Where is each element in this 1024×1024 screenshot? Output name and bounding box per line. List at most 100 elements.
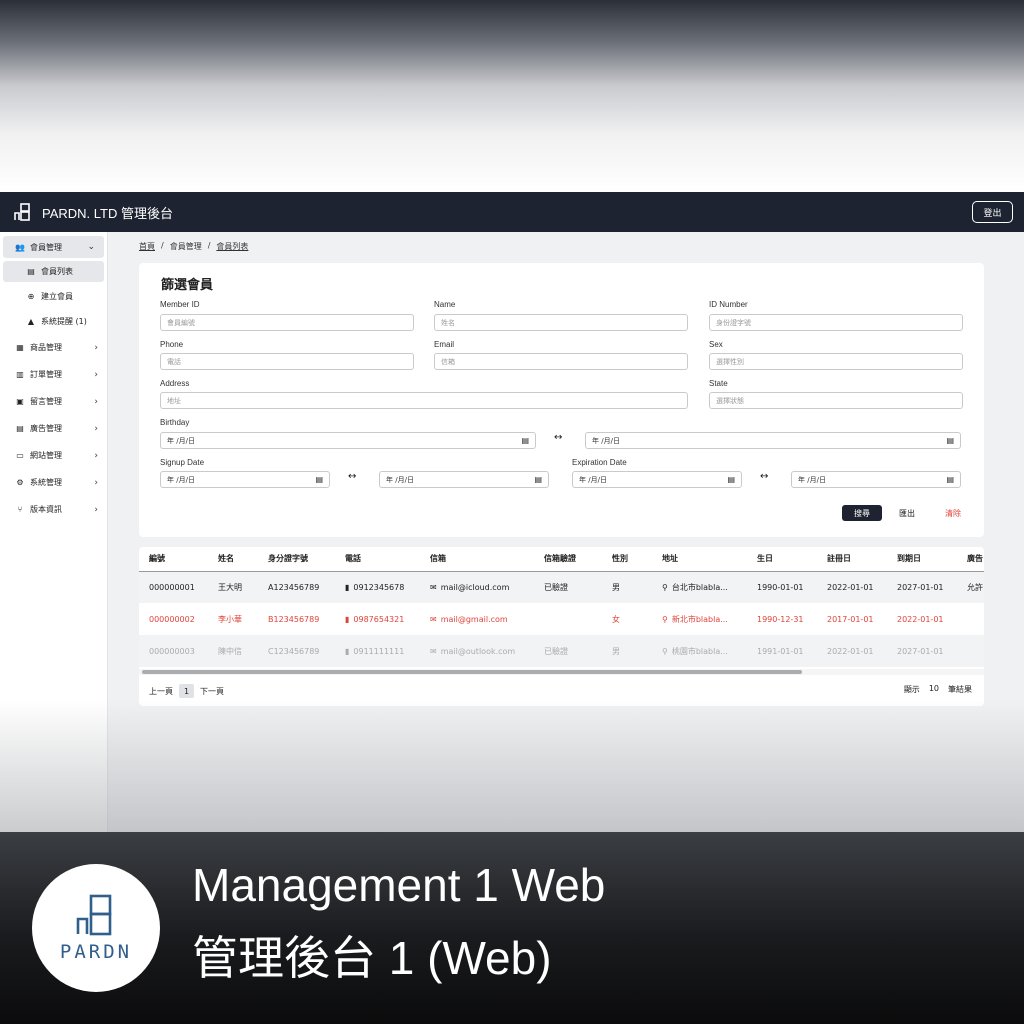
sidebar-subitem-create-member[interactable]: ⊕ 建立會員 <box>0 284 107 309</box>
scrollbar-thumb[interactable] <box>142 670 802 674</box>
cell-birthday: 1991-01-01 <box>747 635 817 667</box>
address-value: 台北市blabla... <box>671 582 728 592</box>
table-row[interactable]: 000000001 王大明 A123456789 ▮ 0912345678 ✉ ma… <box>139 571 984 603</box>
column-header[interactable]: 到期日 <box>887 547 957 572</box>
name-label: Name <box>434 300 456 309</box>
signup-from-input[interactable]: 年 /月/日 ▤ <box>160 471 330 488</box>
next-page-button[interactable]: 下一頁 <box>200 686 224 697</box>
column-header[interactable]: 姓名 <box>208 547 258 572</box>
column-header[interactable]: 地址 <box>652 547 747 572</box>
phone-input[interactable]: 電話 <box>160 353 414 370</box>
cell-signup: 2017-01-01 <box>817 603 887 635</box>
chevron-right-icon: › <box>94 423 98 434</box>
state-select[interactable]: 選擇狀態 <box>709 392 963 409</box>
column-header[interactable]: 電話 <box>335 547 420 572</box>
range-arrow-icon: ↔ <box>554 432 563 443</box>
sidebar-item-website[interactable]: ▭ 網站管理 › <box>0 442 107 469</box>
page-number-button[interactable]: 1 <box>179 684 194 698</box>
filter-title: 篩選會員 <box>161 278 214 293</box>
horizontal-scrollbar[interactable] <box>139 669 984 675</box>
sidebar-item-products[interactable]: ▦ 商品管理 › <box>0 334 107 361</box>
export-button[interactable]: 匯出 <box>899 508 915 519</box>
page-size-select[interactable]: 10 <box>929 684 939 695</box>
calendar-icon[interactable]: ▤ <box>534 475 542 484</box>
breadcrumb-separator: / <box>161 241 164 250</box>
sidebar-item-orders[interactable]: ▥ 訂單管理 › <box>0 361 107 388</box>
search-button[interactable]: 搜尋 <box>842 505 882 521</box>
phone-value: 0987654321 <box>353 614 405 624</box>
sidebar-item-label: 訂單管理 <box>30 370 62 379</box>
sidebar-item-messages[interactable]: ▣ 留言管理 › <box>0 388 107 415</box>
sidebar-item-label: 商品管理 <box>30 343 62 352</box>
calendar-icon[interactable]: ▤ <box>315 475 323 484</box>
column-header[interactable]: 性別 <box>602 547 652 572</box>
member-table-panel: 編號 姓名 身分證字號 電話 信箱 信箱驗證 性別 地址 生日 註冊日 到期日 … <box>139 547 984 706</box>
calendar-icon[interactable]: ▤ <box>521 436 529 445</box>
sidebar-item-label: 系統管理 <box>30 478 62 487</box>
address-input[interactable]: 地址 <box>160 392 688 409</box>
date-placeholder: 年 /月/日 <box>579 475 607 484</box>
banner-title-english: Management 1 Web <box>192 859 606 911</box>
sidebar-subitem-label: 會員列表 <box>41 267 73 276</box>
cell-email-verified: 已驗證 <box>534 635 602 667</box>
chevron-right-icon: › <box>94 450 98 461</box>
calendar-icon[interactable]: ▤ <box>946 475 954 484</box>
branch-icon: ⑂ <box>17 505 23 514</box>
phone-icon: ▮ <box>345 582 350 592</box>
birthday-to-input[interactable]: 年 /月/日 ▤ <box>585 432 961 449</box>
prev-page-button[interactable]: 上一頁 <box>149 686 173 697</box>
email-input[interactable]: 信箱 <box>434 353 688 370</box>
column-header[interactable]: 註冊日 <box>817 547 887 572</box>
clear-button[interactable]: 清除 <box>945 508 961 519</box>
email-label: Email <box>434 340 455 349</box>
signup-to-input[interactable]: 年 /月/日 ▤ <box>379 471 549 488</box>
expiration-from-input[interactable]: 年 /月/日 ▤ <box>572 471 742 488</box>
top-navbar: PARDN. LTD 管理後台 登出 <box>0 192 1024 232</box>
column-header[interactable]: 信箱驗證 <box>534 547 602 572</box>
admin-app-window: PARDN. LTD 管理後台 登出 👥 會員管理 ⌄ ▤ 會員列表 ⊕ 建立會… <box>0 192 1024 832</box>
sidebar-subitem-member-list[interactable]: ▤ 會員列表 <box>3 261 104 282</box>
pardn-logo-icon <box>76 894 112 936</box>
sidebar-item-system[interactable]: ⚙ 系統管理 › <box>0 469 107 496</box>
cell-id: 000000002 <box>139 603 208 635</box>
plus-circle-icon: ⊕ <box>27 292 35 301</box>
table-row[interactable]: 000000003 陳中信 C123456789 ▮ 0911111111 ✉ ma… <box>139 635 984 667</box>
date-placeholder: 年 /月/日 <box>167 436 195 445</box>
name-input[interactable]: 姓名 <box>434 314 688 331</box>
id-number-label: ID Number <box>709 300 748 309</box>
page-size-label: 顯示 <box>903 685 920 694</box>
column-header[interactable]: 廣告 <box>957 547 984 572</box>
sidebar-item-members[interactable]: 👥 會員管理 ⌄ <box>3 236 104 258</box>
top-gradient-backdrop <box>0 0 1024 192</box>
signup-date-label: Signup Date <box>160 458 205 467</box>
id-number-input[interactable]: 身份證字號 <box>709 314 963 331</box>
sidebar-subitem-system-alerts[interactable]: ▲ 系統提醒 (1) <box>0 309 107 334</box>
cell-id-number: B123456789 <box>258 603 335 635</box>
member-table: 編號 姓名 身分證字號 電話 信箱 信箱驗證 性別 地址 生日 註冊日 到期日 … <box>139 547 984 667</box>
sidebar-item-version[interactable]: ⑂ 版本資訊 › <box>0 496 107 523</box>
cell-signup: 2022-01-01 <box>817 635 887 667</box>
expiration-to-input[interactable]: 年 /月/日 ▤ <box>791 471 961 488</box>
column-header[interactable]: 身分證字號 <box>258 547 335 572</box>
logout-button[interactable]: 登出 <box>972 201 1013 223</box>
cell-ads <box>957 603 984 635</box>
phone-value: 0912345678 <box>353 582 405 592</box>
column-header[interactable]: 信箱 <box>420 547 534 572</box>
sidebar-item-ads[interactable]: ▤ 廣告管理 › <box>0 415 107 442</box>
breadcrumb-section[interactable]: 會員管理 <box>170 241 202 252</box>
cell-address: ⚲ 台北市blabla... <box>652 571 747 603</box>
birthday-from-input[interactable]: 年 /月/日 ▤ <box>160 432 536 449</box>
expiration-date-label: Expiration Date <box>572 458 627 467</box>
table-row[interactable]: 000000002 李小華 B123456789 ▮ 0987654321 ✉ ma… <box>139 603 984 635</box>
column-header[interactable]: 生日 <box>747 547 817 572</box>
list-icon: ▤ <box>27 267 35 276</box>
member-id-input[interactable]: 會員編號 <box>160 314 414 331</box>
page-size-control: 顯示 10 筆結果 <box>904 684 972 695</box>
sex-select[interactable]: 選擇性別 <box>709 353 963 370</box>
breadcrumb-home[interactable]: 首頁 <box>139 241 155 252</box>
cell-sex: 女 <box>602 603 652 635</box>
column-header[interactable]: 編號 <box>139 547 208 572</box>
sidebar-subitem-label: 建立會員 <box>41 292 73 301</box>
calendar-icon[interactable]: ▤ <box>727 475 735 484</box>
calendar-icon[interactable]: ▤ <box>946 436 954 445</box>
